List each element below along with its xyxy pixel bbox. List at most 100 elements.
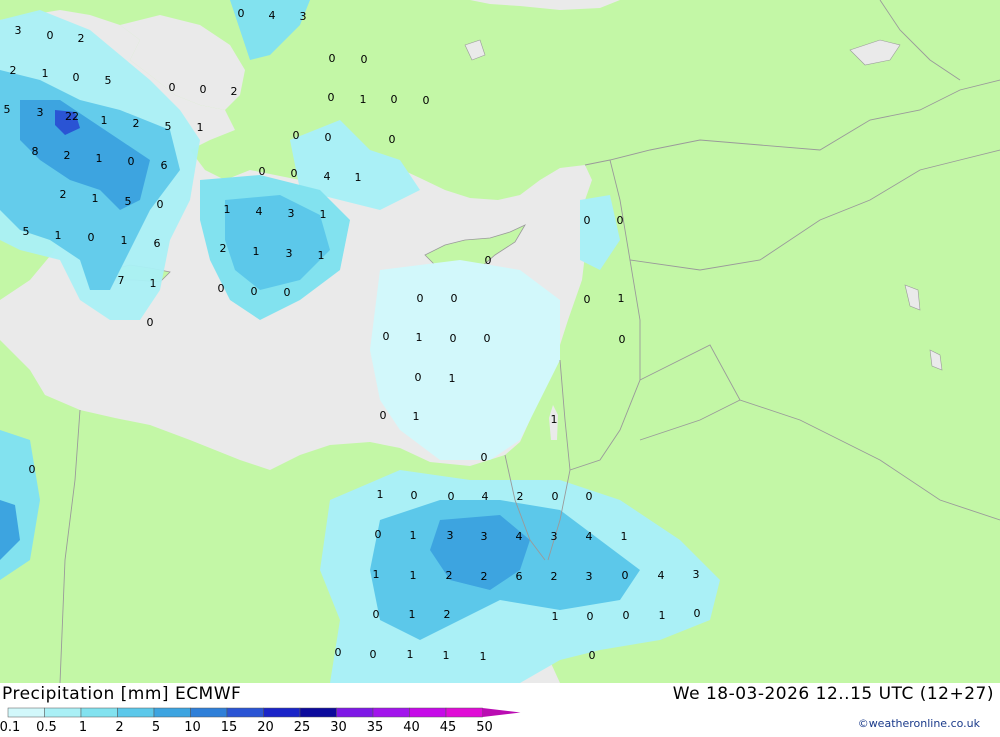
precip-value: 0 xyxy=(383,330,390,343)
precip-value: 0 xyxy=(380,409,387,422)
precip-value: 0 xyxy=(47,29,54,42)
precip-value: 5 xyxy=(4,103,11,116)
legend-label: 10 xyxy=(184,720,201,733)
precip-value: 2 xyxy=(220,242,227,255)
precip-value: 0 xyxy=(373,608,380,621)
precip-value: 0 xyxy=(73,71,80,84)
legend-label: 5 xyxy=(152,720,160,733)
precip-value: 3 xyxy=(15,24,22,37)
legend-swatch xyxy=(7,707,45,718)
precip-value: 2 xyxy=(133,117,140,130)
precip-value: 7 xyxy=(118,274,125,287)
precip-value: 1 xyxy=(360,93,367,106)
precip-value: 22 xyxy=(65,110,79,123)
precip-value: 0 xyxy=(284,286,291,299)
precip-value: 1 xyxy=(101,114,108,127)
precip-value: 0 xyxy=(694,607,701,620)
precip-value: 2 xyxy=(10,64,17,77)
precip-value: 1 xyxy=(96,152,103,165)
precip-value: 0 xyxy=(238,7,245,20)
legend-label: 2 xyxy=(115,720,123,733)
precip-value: 1 xyxy=(621,530,628,543)
precip-value: 0 xyxy=(484,332,491,345)
precip-value: 1 xyxy=(410,529,417,542)
valid-time: We 18-03-2026 12..15 UTC (12+27) xyxy=(672,684,994,704)
color-scale-legend: 0.1 0.5 1 2 5 10 15 20 25 30 35 40 45 50 xyxy=(0,706,530,735)
precip-value: 1 xyxy=(150,277,157,290)
legend-label: 25 xyxy=(294,720,311,733)
precip-value: 4 xyxy=(256,205,263,218)
precip-value: 3 xyxy=(300,10,307,23)
precip-value: 1 xyxy=(449,372,456,385)
precip-value: 3 xyxy=(288,207,295,220)
precip-value: 0 xyxy=(617,214,624,227)
legend-swatch xyxy=(153,707,191,718)
precip-value: 1 xyxy=(55,229,62,242)
precip-value: 5 xyxy=(165,120,172,133)
precip-value: 1 xyxy=(409,608,416,621)
precip-value: 0 xyxy=(291,167,298,180)
precip-value: 3 xyxy=(481,530,488,543)
precip-value: 1 xyxy=(443,649,450,662)
legend-swatch xyxy=(409,707,447,718)
legend-label: 20 xyxy=(257,720,274,733)
precip-value: 1 xyxy=(355,171,362,184)
precip-value: 2 xyxy=(517,490,524,503)
legend-swatch xyxy=(263,707,301,718)
precip-value: 0 xyxy=(128,155,135,168)
legend-swatch xyxy=(372,707,410,718)
precip-value: 3 xyxy=(286,247,293,260)
precip-value: 0 xyxy=(423,94,430,107)
precip-value: 0 xyxy=(370,648,377,661)
precip-value: 0 xyxy=(200,83,207,96)
precip-value: 1 xyxy=(410,569,417,582)
precip-value: 2 xyxy=(551,570,558,583)
precip-value: 6 xyxy=(161,159,168,172)
legend-swatch xyxy=(336,707,374,718)
precip-value: 0 xyxy=(589,649,596,662)
precip-value: 0 xyxy=(415,371,422,384)
precip-value: 0 xyxy=(450,332,457,345)
precip-value: 2 xyxy=(231,85,238,98)
precip-value: 0 xyxy=(411,489,418,502)
precip-value: 2 xyxy=(60,188,67,201)
precip-value: 0 xyxy=(157,198,164,211)
precip-value: 1 xyxy=(407,648,414,661)
precip-value: 0 xyxy=(417,292,424,305)
precip-value: 0 xyxy=(481,451,488,464)
precip-value: 1 xyxy=(552,610,559,623)
legend-swatch xyxy=(80,707,118,718)
precip-value: 0 xyxy=(587,610,594,623)
precip-value: 1 xyxy=(320,208,327,221)
precip-value: 0 xyxy=(293,129,300,142)
legend-swatch xyxy=(117,707,155,718)
credit-link[interactable]: ©weatheronline.co.uk xyxy=(858,717,980,730)
precip-value: 1 xyxy=(377,488,384,501)
precip-value: 0 xyxy=(88,231,95,244)
precip-value: 5 xyxy=(105,74,112,87)
precip-value: 0 xyxy=(391,93,398,106)
legend-label: 0.5 xyxy=(36,720,57,733)
precip-value: 1 xyxy=(618,292,625,305)
precip-value: 1 xyxy=(121,234,128,247)
precip-value: 0 xyxy=(375,528,382,541)
precip-value: 1 xyxy=(413,410,420,423)
precip-value: 0 xyxy=(251,285,258,298)
precip-value: 1 xyxy=(480,650,487,663)
precip-value: 0 xyxy=(361,53,368,66)
legend-swatch xyxy=(226,707,264,718)
precip-value: 0 xyxy=(389,133,396,146)
precip-value: 3 xyxy=(551,530,558,543)
precip-value: 4 xyxy=(269,9,276,22)
precip-value: 0 xyxy=(259,165,266,178)
precip-value: 4 xyxy=(324,170,331,183)
precip-value: 0 xyxy=(325,131,332,144)
legend-swatch xyxy=(44,707,82,718)
precip-value: 1 xyxy=(92,192,99,205)
precip-value: 1 xyxy=(224,203,231,216)
precip-value: 2 xyxy=(446,569,453,582)
precip-value: 4 xyxy=(482,490,489,503)
legend-swatch xyxy=(190,707,228,718)
precip-value: 1 xyxy=(551,413,558,426)
legend-swatch xyxy=(445,707,483,718)
